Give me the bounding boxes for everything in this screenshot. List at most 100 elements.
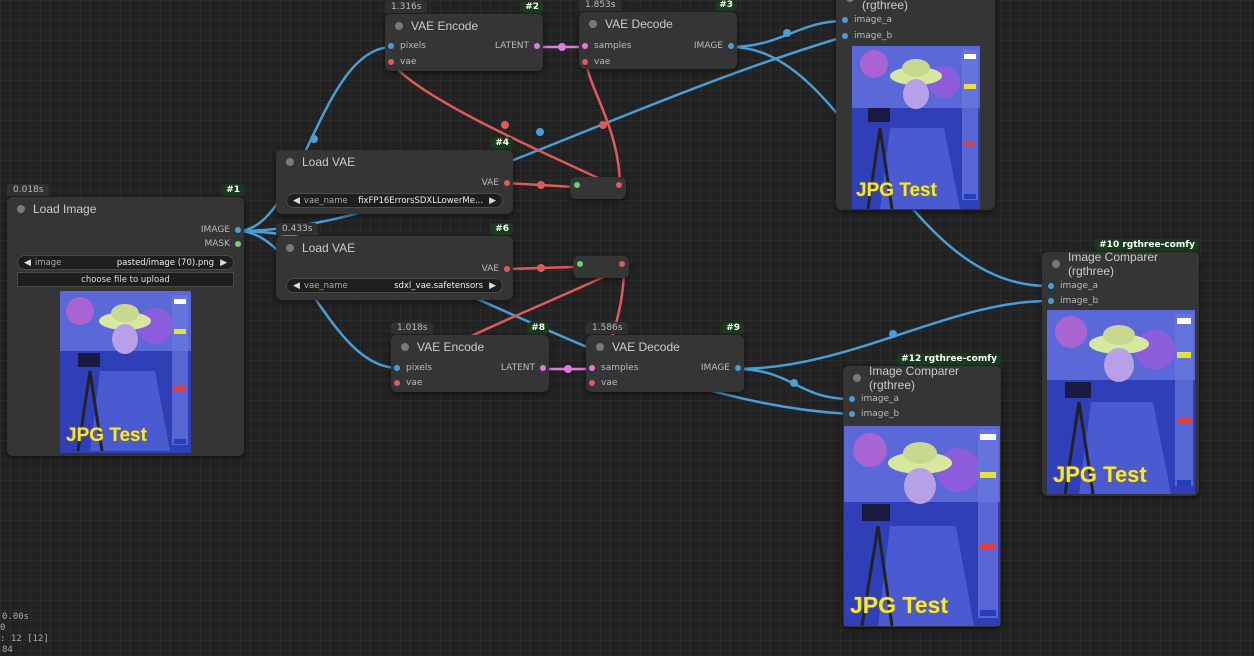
input-samples-slot[interactable]: samples (586, 363, 638, 373)
output-pin-icon[interactable] (616, 182, 622, 188)
input-vae-slot[interactable]: vae (586, 378, 617, 388)
collapse-dot-icon[interactable] (853, 374, 861, 382)
output-pin-icon[interactable] (540, 365, 546, 371)
node-load-vae-6[interactable]: 0.433s #6 Load VAE VAE ◀ vae_name sdxl_v… (276, 223, 513, 300)
right-arrow-icon[interactable]: ▶ (489, 196, 496, 206)
node-image-comparer-top[interactable]: Image Comparer (rgthree) image_a image_b… (836, 0, 995, 210)
reroute-node-vae-1[interactable] (570, 177, 626, 199)
output-vae-slot[interactable]: VAE (482, 264, 510, 274)
collapse-dot-icon[interactable] (846, 0, 854, 2)
input-pixels-slot[interactable]: pixels (391, 363, 432, 373)
collapse-dot-icon[interactable] (286, 158, 294, 166)
node-title-bar[interactable]: Image Comparer (rgthree) (836, 0, 995, 12)
input-pin-icon[interactable] (577, 261, 583, 267)
node-image-comparer-10[interactable]: #10 rgthree-comfy Image Comparer (rgthre… (1042, 239, 1199, 496)
node-title-bar[interactable]: VAE Decode (579, 12, 737, 36)
collapse-dot-icon[interactable] (395, 22, 403, 30)
node-title-bar[interactable]: Image Comparer (rgthree) (1042, 250, 1199, 278)
output-pin-icon[interactable] (504, 266, 510, 272)
collapse-dot-icon[interactable] (17, 205, 25, 213)
output-vae-slot[interactable]: VAE (482, 178, 510, 188)
input-image-b-slot[interactable]: image_b (839, 31, 892, 41)
image-combo-widget[interactable]: ◀ image pasted/image (70).png ▶ (17, 255, 234, 270)
input-pin-icon[interactable] (582, 43, 588, 49)
node-title-bar[interactable]: Load VAE (276, 150, 513, 174)
input-pin-icon[interactable] (842, 33, 848, 39)
node-title-bar[interactable]: Image Comparer (rgthree) (843, 364, 1001, 392)
comparison-image[interactable]: JPG Test (844, 426, 1000, 626)
input-pin-icon[interactable] (582, 59, 588, 65)
collapse-dot-icon[interactable] (589, 20, 597, 28)
input-image-a-slot[interactable]: image_a (846, 394, 899, 404)
node-title-bar[interactable]: VAE Encode (385, 14, 543, 38)
input-pin-icon[interactable] (842, 17, 848, 23)
output-pin-icon[interactable] (534, 43, 540, 49)
input-vae-slot[interactable]: vae (385, 57, 416, 67)
vae-name-combo-widget[interactable]: ◀ vae_name fixFP16ErrorsSDXLLowerMe... ▶ (286, 193, 503, 208)
input-pin-icon[interactable] (1048, 283, 1054, 289)
output-mask-slot[interactable]: MASK (204, 239, 241, 249)
input-pin-icon[interactable] (394, 380, 400, 386)
node-load-vae-4[interactable]: #4 Load VAE VAE ◀ vae_name fixFP16Errors… (276, 137, 513, 214)
slot-label: vae (601, 378, 618, 388)
output-pin-icon[interactable] (619, 261, 625, 267)
node-title-bar[interactable]: VAE Decode (586, 335, 744, 359)
input-pin-icon[interactable] (849, 396, 855, 402)
node-vae-decode-9[interactable]: 1.586s #9 VAE Decode samples vae IMAGE (586, 322, 744, 392)
right-arrow-icon[interactable]: ▶ (220, 258, 227, 268)
slot-label: IMAGE (700, 363, 730, 373)
node-title-bar[interactable]: Load Image (7, 197, 244, 221)
output-image-slot[interactable]: IMAGE (694, 41, 734, 51)
input-pin-icon[interactable] (1048, 298, 1054, 304)
input-image-b-slot[interactable]: image_b (1045, 296, 1098, 306)
node-id-badge: #8 (527, 322, 549, 334)
output-pin-icon[interactable] (235, 241, 241, 247)
left-arrow-icon[interactable]: ◀ (24, 258, 31, 268)
slot-label: samples (601, 363, 639, 373)
output-image-slot[interactable]: IMAGE (701, 363, 741, 373)
node-image-comparer-12[interactable]: #12 rgthree-comfy Image Comparer (rgthre… (843, 353, 1001, 627)
input-pin-icon[interactable] (589, 380, 595, 386)
node-vae-encode-2[interactable]: 1.316s #2 VAE Encode pixels vae LATENT (385, 1, 543, 71)
node-title-bar[interactable]: Load VAE (276, 236, 513, 260)
input-vae-slot[interactable]: vae (579, 57, 610, 67)
input-pin-icon[interactable] (849, 411, 855, 417)
reroute-node-vae-2[interactable] (573, 256, 629, 278)
node-load-image[interactable]: 0.018s #1 Load Image IMAGE MASK ◀ image … (7, 184, 244, 456)
collapse-dot-icon[interactable] (286, 244, 294, 252)
collapse-dot-icon[interactable] (596, 343, 604, 351)
output-image-slot[interactable]: IMAGE (201, 225, 241, 235)
output-pin-icon[interactable] (728, 43, 734, 49)
input-pin-icon[interactable] (388, 43, 394, 49)
node-vae-encode-8[interactable]: 1.018s #8 VAE Encode pixels vae LATENT (391, 322, 549, 392)
input-image-a-slot[interactable]: image_a (1045, 281, 1098, 291)
left-arrow-icon[interactable]: ◀ (293, 196, 300, 206)
input-pin-icon[interactable] (574, 182, 580, 188)
output-pin-icon[interactable] (235, 227, 241, 233)
slot-label: image_b (861, 409, 900, 419)
input-image-a-slot[interactable]: image_a (839, 15, 892, 25)
collapse-dot-icon[interactable] (1052, 260, 1060, 268)
right-arrow-icon[interactable]: ▶ (489, 281, 496, 291)
output-latent-slot[interactable]: LATENT (495, 41, 540, 51)
input-pin-icon[interactable] (394, 365, 400, 371)
input-samples-slot[interactable]: samples (579, 41, 631, 51)
input-pin-icon[interactable] (589, 365, 595, 371)
collapse-dot-icon[interactable] (401, 343, 409, 351)
comparison-image[interactable]: JPG Test (852, 46, 980, 209)
node-vae-decode-3[interactable]: 1.853s #3 VAE Decode samples vae IMAGE (579, 0, 737, 69)
output-latent-slot[interactable]: LATENT (501, 363, 546, 373)
input-pin-icon[interactable] (388, 59, 394, 65)
exec-time-badge: 1.018s (391, 322, 434, 334)
comparison-image[interactable]: JPG Test (1047, 310, 1195, 494)
node-id-badge: #1 (222, 184, 244, 196)
upload-button[interactable]: choose file to upload (17, 272, 234, 287)
node-title-bar[interactable]: VAE Encode (391, 335, 549, 359)
output-pin-icon[interactable] (735, 365, 741, 371)
input-vae-slot[interactable]: vae (391, 378, 422, 388)
left-arrow-icon[interactable]: ◀ (293, 281, 300, 291)
input-pixels-slot[interactable]: pixels (385, 41, 426, 51)
output-pin-icon[interactable] (504, 180, 510, 186)
vae-name-combo-widget[interactable]: ◀ vae_name sdxl_vae.safetensors ▶ (286, 278, 503, 293)
input-image-b-slot[interactable]: image_b (846, 409, 899, 419)
